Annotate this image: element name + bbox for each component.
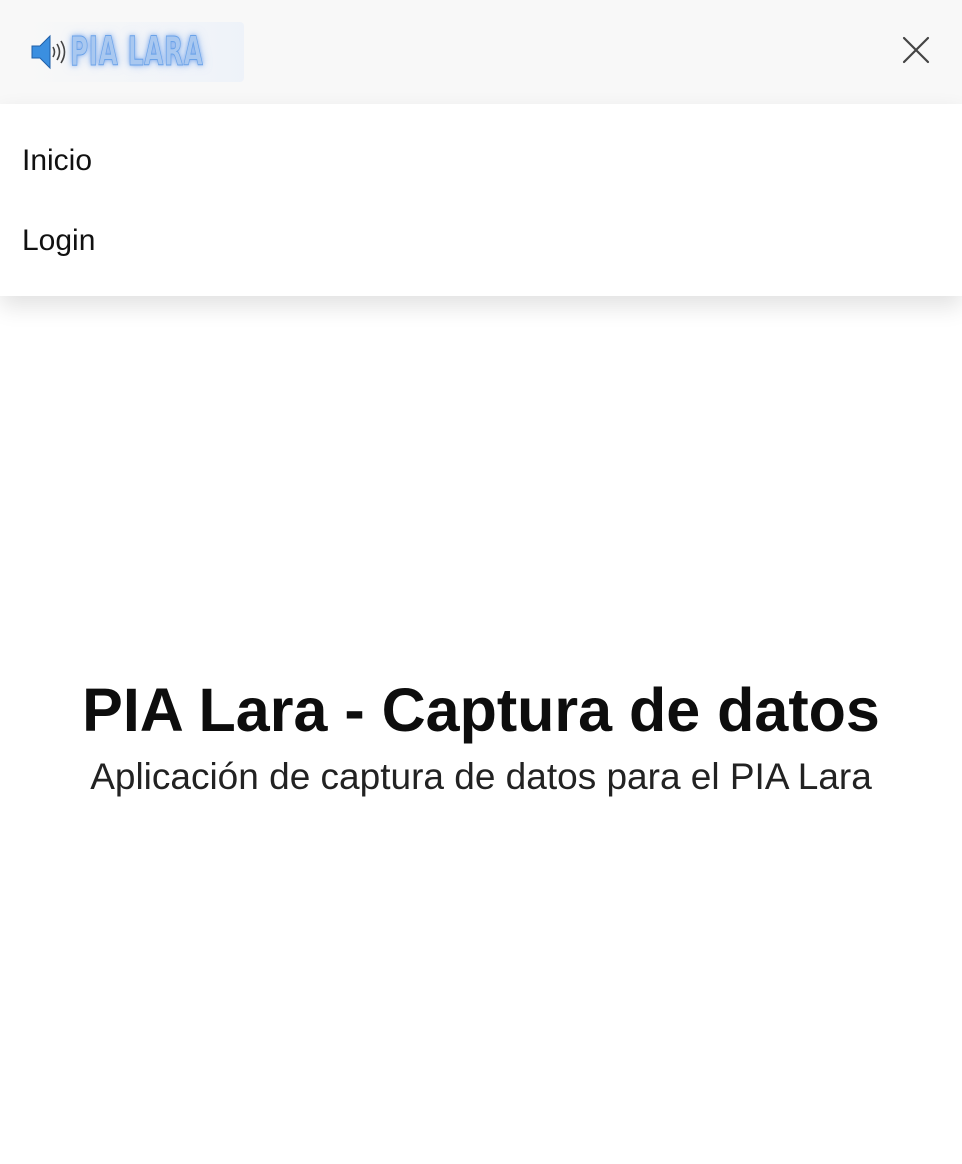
menu-item-login[interactable]: Login — [22, 221, 95, 261]
navigation-menu: Inicio Login — [0, 104, 962, 296]
page-title: PIA Lara - Captura de datos — [82, 676, 880, 744]
close-menu-button[interactable] — [896, 32, 936, 72]
close-icon — [901, 35, 931, 70]
brand-logo[interactable]: PIA LARA — [22, 22, 244, 82]
menu-item-inicio[interactable]: Inicio — [22, 141, 92, 181]
speaker-icon — [22, 22, 70, 82]
top-navbar: PIA LARA — [0, 0, 962, 104]
brand-text: PIA LARA — [70, 29, 204, 76]
page-subtitle: Aplicación de captura de datos para el P… — [90, 756, 872, 797]
hero-section: PIA Lara - Captura de datos Aplicación d… — [0, 670, 962, 802]
